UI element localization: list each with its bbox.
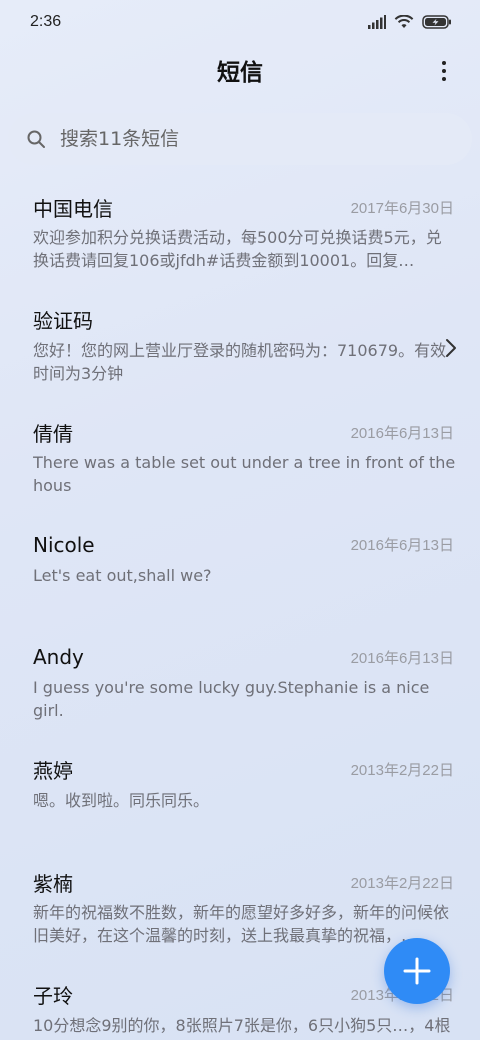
sender-name: 中国电信 bbox=[33, 196, 113, 221]
status-time: 2:36 bbox=[30, 13, 62, 30]
list-item[interactable]: 燕婷 2013年2月22日 嗯。收到啦。同乐同乐。 bbox=[0, 743, 480, 856]
message-preview: 欢迎参加积分兑换话费活动，每500分可兑换话费5元，兑换话费请回复106或jfd… bbox=[33, 228, 442, 270]
sender-name: 子玲 bbox=[33, 984, 73, 1008]
message-date: 2013年2月22日 bbox=[350, 874, 454, 892]
message-date: 2016年6月13日 bbox=[350, 424, 454, 442]
new-message-button[interactable] bbox=[384, 938, 450, 1004]
battery-icon bbox=[422, 15, 451, 29]
plus-icon bbox=[403, 957, 431, 985]
message-date: 2017年6月30日 bbox=[350, 199, 454, 217]
more-options-button[interactable] bbox=[432, 56, 456, 86]
list-item[interactable]: 中国电信 2017年6月30日 欢迎参加积分兑换话费活动，每500分可兑换话费5… bbox=[0, 180, 480, 293]
search-icon bbox=[27, 130, 45, 148]
header: 短信 bbox=[0, 44, 480, 96]
list-item[interactable]: 倩倩 2016年6月13日 There was a table set out … bbox=[0, 405, 480, 518]
sender-name: 燕婷 bbox=[33, 759, 73, 783]
more-vertical-icon bbox=[442, 61, 446, 65]
message-date: 2013年2月22日 bbox=[350, 762, 454, 779]
sender-name: Nicole bbox=[33, 532, 95, 557]
message-preview: 10分想念9别的你，8张照片7张是你，6只小狗5只…，4根骨头3根归你，2爪着地… bbox=[33, 1015, 451, 1040]
list-item[interactable]: Nicole 2016年6月13日 Let's eat out,shall we… bbox=[0, 518, 480, 631]
message-preview: I guess you're some lucky guy.Stephanie … bbox=[33, 678, 430, 720]
list-item[interactable]: 验证码 您好！您的网上营业厅登录的随机密码为：710679。有效时间为3分钟 bbox=[0, 293, 480, 406]
message-date: 2016年6月13日 bbox=[350, 649, 454, 667]
sender-name: 紫楠 bbox=[33, 871, 73, 896]
sender-name: Andy bbox=[33, 645, 84, 669]
message-preview: 嗯。收到啦。同乐同乐。 bbox=[33, 790, 210, 810]
wifi-icon bbox=[394, 15, 414, 28]
message-preview: 您好！您的网上营业厅登录的随机密码为：710679。有效时间为3分钟 bbox=[33, 340, 447, 383]
search-bar[interactable] bbox=[8, 113, 472, 165]
message-preview: Let's eat out,shall we? bbox=[33, 565, 212, 585]
conversation-list: 中国电信 2017年6月30日 欢迎参加积分兑换话费活动，每500分可兑换话费5… bbox=[0, 180, 480, 1040]
message-preview: There was a table set out under a tree i… bbox=[33, 453, 456, 495]
list-item[interactable]: Andy 2016年6月13日 I guess you're some luck… bbox=[0, 630, 480, 743]
page-title: 短信 bbox=[217, 60, 263, 86]
status-icons bbox=[368, 15, 452, 29]
status-bar: 2:36 bbox=[0, 0, 480, 44]
signal-icon bbox=[368, 15, 386, 29]
chevron-right-icon[interactable] bbox=[444, 337, 458, 359]
sender-name: 倩倩 bbox=[33, 421, 73, 446]
search-input[interactable] bbox=[60, 128, 440, 150]
message-date: 2016年6月13日 bbox=[350, 537, 454, 554]
sender-name: 验证码 bbox=[33, 309, 93, 333]
message-preview: 新年的祝福数不胜数，新年的愿望好多好多，新年的问候依旧美好，在这个温馨的时刻，送… bbox=[33, 903, 450, 945]
